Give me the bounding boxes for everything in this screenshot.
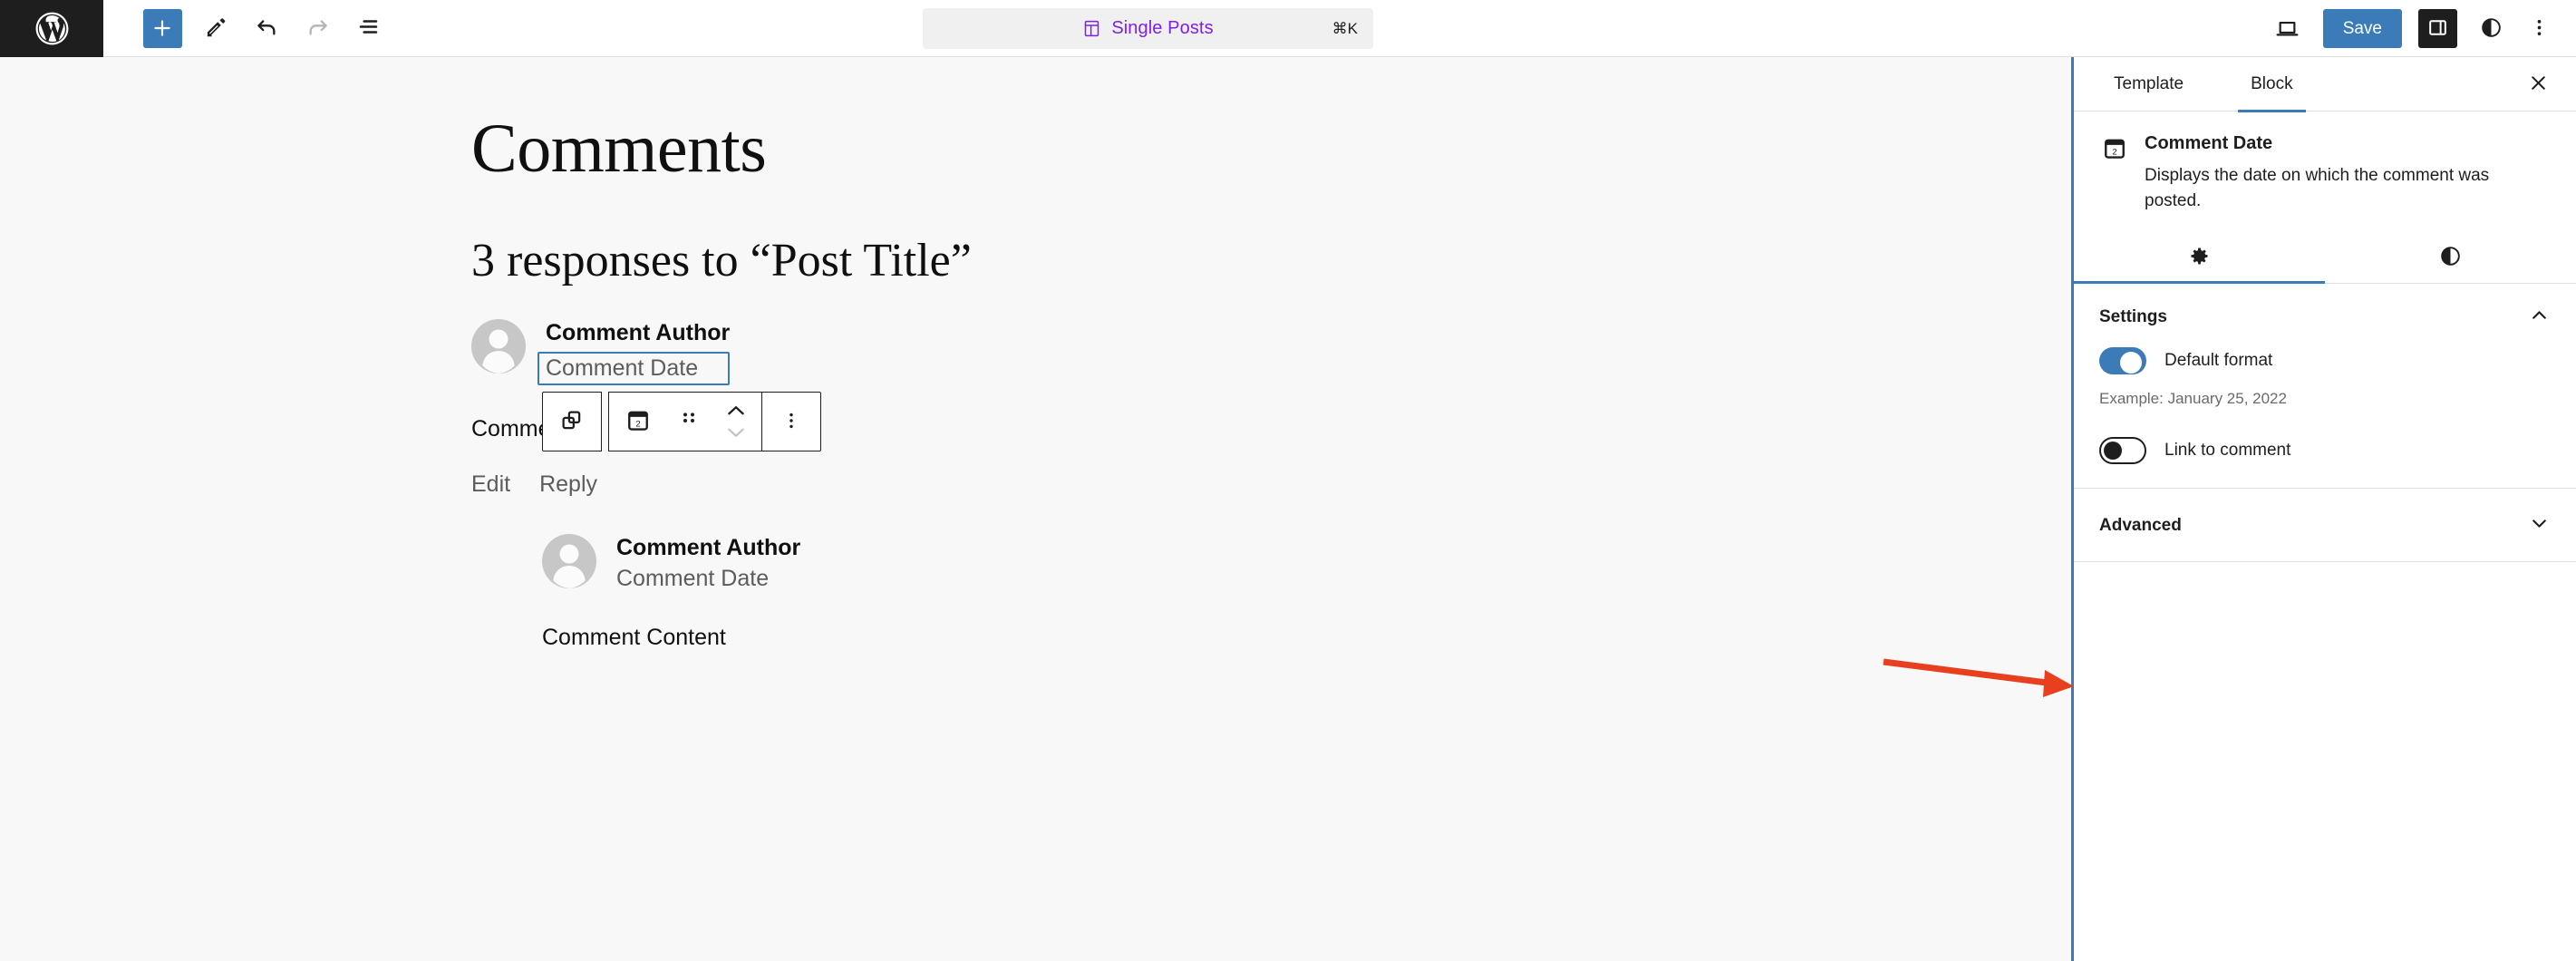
calendar-date-icon: 2 bbox=[2101, 135, 2128, 162]
block-card: 2 Comment Date Displays the date on whic… bbox=[2074, 112, 2576, 231]
comment-reply-link[interactable]: Reply bbox=[539, 471, 597, 498]
panel-settings-header[interactable]: Settings bbox=[2074, 284, 2576, 347]
link-to-comment-label: Link to comment bbox=[2164, 441, 2291, 461]
block-movers bbox=[711, 393, 761, 451]
tab-styles[interactable] bbox=[2325, 231, 2576, 283]
toggle-knob bbox=[2104, 442, 2122, 461]
wordpress-logo-button[interactable] bbox=[0, 0, 103, 57]
svg-text:2: 2 bbox=[2112, 148, 2116, 158]
block-card-title: Comment Date bbox=[2145, 133, 2273, 153]
wordpress-logo-icon bbox=[33, 9, 72, 48]
vertical-dots-icon bbox=[2528, 16, 2551, 42]
template-icon bbox=[1082, 19, 1101, 38]
comment-author-name[interactable]: Comment Author bbox=[616, 534, 800, 562]
tab-template[interactable]: Template bbox=[2101, 57, 2196, 112]
toggle-knob bbox=[2120, 352, 2142, 374]
editor-canvas[interactable]: Comments 3 responses to “Post Title” Com… bbox=[0, 57, 2071, 961]
parent-block-icon bbox=[558, 407, 586, 437]
responses-heading: 3 responses to “Post Title” bbox=[471, 234, 972, 286]
comment-date-block-selected[interactable]: Comment Date bbox=[537, 352, 731, 386]
settings-sidebar: Template Block 2 Comment Date Displays t… bbox=[2071, 57, 2576, 961]
command-bar-shortcut: ⌘K bbox=[1332, 19, 1358, 37]
undo-icon bbox=[254, 14, 280, 43]
move-down-button[interactable] bbox=[724, 422, 748, 442]
calendar-date-icon: 2 bbox=[625, 407, 652, 437]
document-overview-button[interactable] bbox=[343, 3, 393, 53]
tab-block[interactable]: Block bbox=[2238, 57, 2307, 112]
link-to-comment-toggle[interactable] bbox=[2099, 437, 2146, 465]
panel-settings-title: Settings bbox=[2099, 307, 2167, 327]
avatar bbox=[471, 318, 526, 374]
tab-settings[interactable] bbox=[2074, 231, 2325, 285]
editor-header: Single Posts ⌘K Save bbox=[0, 0, 2576, 57]
list-view-icon bbox=[355, 14, 382, 43]
default-format-label: Default format bbox=[2164, 351, 2273, 371]
contrast-circle-icon bbox=[2438, 244, 2463, 271]
avatar bbox=[542, 534, 596, 589]
save-button[interactable]: Save bbox=[2322, 9, 2402, 48]
drag-dots-icon bbox=[679, 410, 699, 434]
toolbar-separator bbox=[601, 392, 609, 451]
laptop-icon bbox=[2274, 15, 2300, 44]
comment-content[interactable]: Comment Content bbox=[542, 625, 2071, 651]
panel-advanced: Advanced bbox=[2074, 489, 2576, 563]
default-format-toggle[interactable] bbox=[2099, 347, 2146, 375]
more-options-button[interactable] bbox=[2518, 4, 2560, 54]
comment-date[interactable]: Comment Date bbox=[616, 564, 800, 594]
block-toolbar: 2 bbox=[542, 392, 821, 451]
header-left-toolbar bbox=[103, 3, 393, 53]
link-to-comment-row: Link to comment bbox=[2099, 437, 2551, 465]
add-block-button[interactable] bbox=[134, 3, 190, 53]
panel-advanced-title: Advanced bbox=[2099, 516, 2182, 536]
drag-handle[interactable] bbox=[667, 393, 711, 451]
panel-settings: Settings Default format Example: January… bbox=[2074, 284, 2576, 490]
svg-text:2: 2 bbox=[635, 419, 640, 429]
view-device-button[interactable] bbox=[2262, 4, 2313, 54]
default-format-row: Default format bbox=[2099, 347, 2551, 375]
panel-advanced-header[interactable]: Advanced bbox=[2074, 489, 2576, 561]
undo-button[interactable] bbox=[241, 3, 292, 53]
vertical-dots-icon bbox=[780, 410, 802, 434]
close-icon bbox=[2527, 72, 2550, 97]
header-right-toolbar: Save bbox=[2262, 0, 2560, 57]
comment-author-name[interactable]: Comment Author bbox=[546, 319, 730, 347]
close-sidebar-button[interactable] bbox=[2520, 66, 2556, 102]
command-bar[interactable]: Single Posts ⌘K bbox=[923, 8, 1373, 49]
styles-button[interactable] bbox=[2465, 4, 2516, 54]
comment-edit-link[interactable]: Edit bbox=[471, 471, 510, 498]
block-options-button[interactable] bbox=[762, 393, 820, 451]
sidebar-panel-icon bbox=[2426, 16, 2449, 42]
chevron-up-icon bbox=[2528, 304, 2551, 331]
redo-button[interactable] bbox=[292, 3, 343, 53]
plus-icon bbox=[142, 8, 182, 48]
tools-edit-button[interactable] bbox=[190, 3, 241, 53]
command-bar-title: Single Posts bbox=[1111, 18, 1214, 38]
default-format-help: Example: January 25, 2022 bbox=[2099, 390, 2287, 408]
block-card-description: Displays the date on which the comment w… bbox=[2145, 166, 2490, 210]
page-title: Comments bbox=[471, 111, 767, 187]
sidebar-icon-tabs bbox=[2074, 231, 2576, 285]
sidebar-tabs: Template Block bbox=[2074, 57, 2576, 112]
wordpress-site-editor: Single Posts ⌘K Save Comments 3 response… bbox=[0, 0, 2576, 961]
redo-icon bbox=[305, 14, 331, 43]
settings-gear-icon bbox=[2187, 244, 2212, 271]
panel-settings-body: Default format Example: January 25, 2022… bbox=[2074, 347, 2576, 488]
select-parent-block-button[interactable] bbox=[543, 393, 601, 451]
pencil-icon bbox=[204, 15, 228, 42]
contrast-circle-icon bbox=[2479, 15, 2503, 43]
move-up-button[interactable] bbox=[724, 401, 748, 421]
chevron-down-icon bbox=[2528, 512, 2551, 539]
comment-actions: Edit Reply bbox=[471, 471, 2071, 498]
settings-sidebar-toggle-button[interactable] bbox=[2418, 9, 2457, 48]
block-type-switcher-button[interactable]: 2 bbox=[609, 393, 667, 451]
comment-item-nested: Comment Author Comment Date Comment Cont… bbox=[542, 534, 2071, 651]
